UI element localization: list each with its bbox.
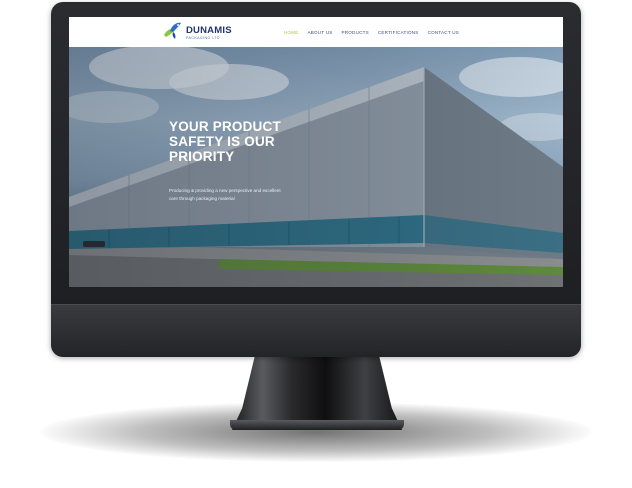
main-navigation: HOME ABOUT US PRODUCTS CERTIFICATIONS CO… xyxy=(284,30,459,35)
nav-certifications[interactable]: CERTIFICATIONS xyxy=(378,30,419,35)
hero-subtitle: Producing & providing a new perspective … xyxy=(169,188,281,201)
hero-banner xyxy=(69,47,563,287)
site-header: DUNAMIS PACKAGING LTD HOME ABOUT US PROD… xyxy=(69,17,563,47)
monitor-stand-base xyxy=(230,420,404,430)
hero-headline: YOUR PRODUCT SAFETY IS OUR PRIORITY xyxy=(169,119,281,164)
nav-products[interactable]: PRODUCTS xyxy=(342,30,369,35)
monitor-screen: DUNAMIS PACKAGING LTD HOME ABOUT US PROD… xyxy=(69,17,563,287)
nav-about-us[interactable]: ABOUT US xyxy=(308,30,333,35)
monitor-stand xyxy=(232,352,402,430)
nav-home[interactable]: HOME xyxy=(284,30,299,35)
logo-name: DUNAMIS xyxy=(186,24,232,36)
hero-overlay xyxy=(69,47,563,287)
logo-tagline: PACKAGING LTD xyxy=(186,35,220,40)
nav-contact-us[interactable]: CONTACT US xyxy=(428,30,459,35)
monitor-chin xyxy=(51,304,581,357)
bird-logo-icon xyxy=(161,20,183,47)
site-logo[interactable]: DUNAMIS PACKAGING LTD xyxy=(161,21,232,45)
